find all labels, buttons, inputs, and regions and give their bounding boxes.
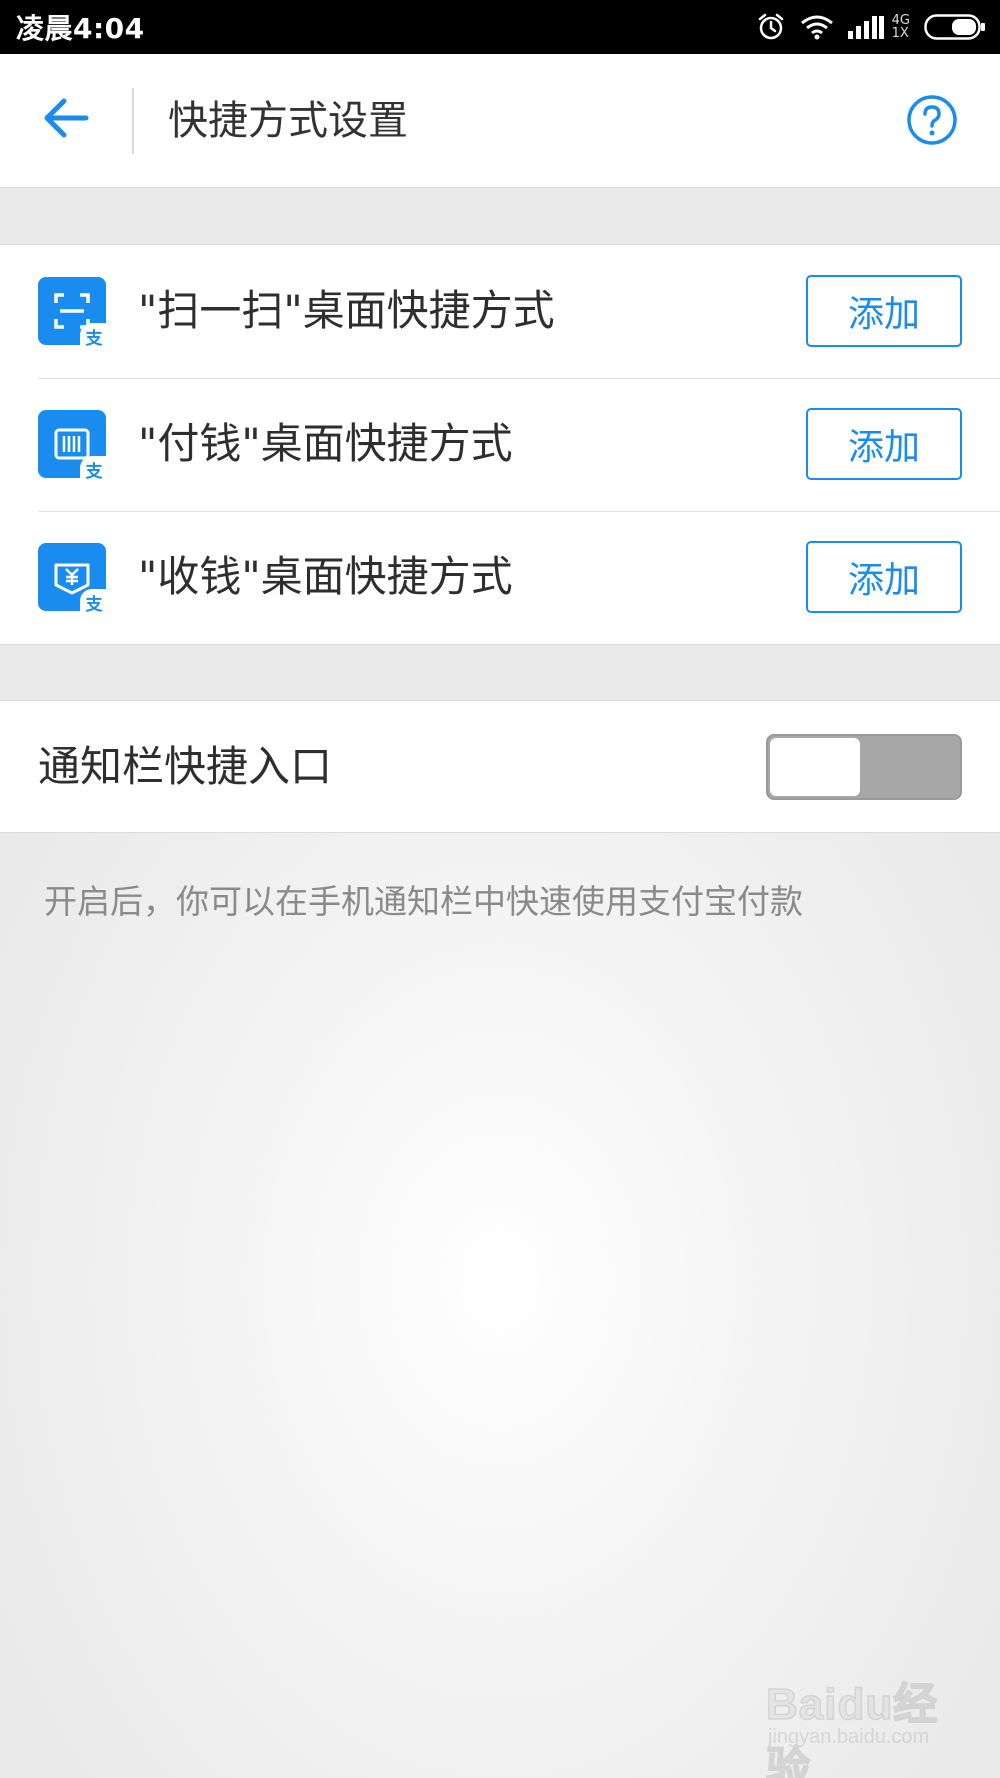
notification-row: 通知栏快捷入口 (0, 701, 1000, 834)
toggle-knob (770, 738, 860, 796)
add-receive-shortcut-button[interactable]: 添加 (806, 541, 962, 613)
helper-text: 开启后，你可以在手机通知栏中快速使用支付宝付款 (44, 882, 803, 921)
header: 快捷方式设置 (0, 54, 1000, 188)
status-bar: 凌晨4:04 4G 1X (0, 0, 1000, 54)
shortcut-label: "付钱"桌面快捷方式 (138, 419, 513, 468)
section-gap (0, 188, 1000, 244)
barcode-icon: 支 (38, 410, 108, 482)
back-button[interactable] (36, 90, 96, 150)
page-title: 快捷方式设置 (168, 98, 408, 144)
alarm-icon (756, 12, 786, 42)
shortcut-label: "收钱"桌面快捷方式 (138, 552, 513, 601)
shortcut-label: "扫一扫"桌面快捷方式 (138, 286, 555, 335)
section-gap (0, 645, 1000, 701)
notification-label: 通知栏快捷入口 (38, 742, 333, 791)
watermark-sub: jingyan.baidu.com (768, 1726, 930, 1748)
add-scan-shortcut-button[interactable]: 添加 (806, 275, 962, 347)
scan-icon: 支 (38, 277, 108, 349)
header-divider (132, 88, 134, 154)
alipay-badge: 支 (80, 456, 108, 482)
add-pay-shortcut-button[interactable]: 添加 (806, 408, 962, 480)
network-type-bottom: 1X (891, 26, 909, 41)
arrow-left-icon (42, 96, 90, 144)
notification-section: 通知栏快捷入口 (0, 700, 1000, 833)
help-button[interactable] (906, 94, 962, 150)
receive-money-icon: 支 (38, 543, 108, 615)
help-circle-icon (906, 95, 958, 150)
watermark-main: Baidu经验 (765, 1679, 939, 1778)
status-time: 凌晨4:04 (16, 12, 145, 45)
list-item: 支 "扫一扫"桌面快捷方式 添加 (0, 245, 1000, 378)
watermark: Baidu经验 jingyan.baidu.com (765, 1668, 966, 1778)
alipay-badge: 支 (80, 589, 108, 615)
wifi-icon (800, 14, 834, 40)
list-item: 支 "付钱"桌面快捷方式 添加 (0, 378, 1000, 511)
list-item: 支 "收钱"桌面快捷方式 添加 (0, 511, 1000, 644)
notification-toggle[interactable] (766, 734, 962, 800)
signal-icon (847, 15, 884, 39)
network-type: 4G 1X (892, 14, 910, 40)
alipay-badge: 支 (80, 323, 108, 349)
shortcut-list: 支 "扫一扫"桌面快捷方式 添加 支 "付钱"桌面快捷方式 添加 支 "收钱"桌… (0, 244, 1000, 645)
battery-icon (924, 13, 986, 41)
status-icons: 4G 1X (756, 12, 986, 42)
